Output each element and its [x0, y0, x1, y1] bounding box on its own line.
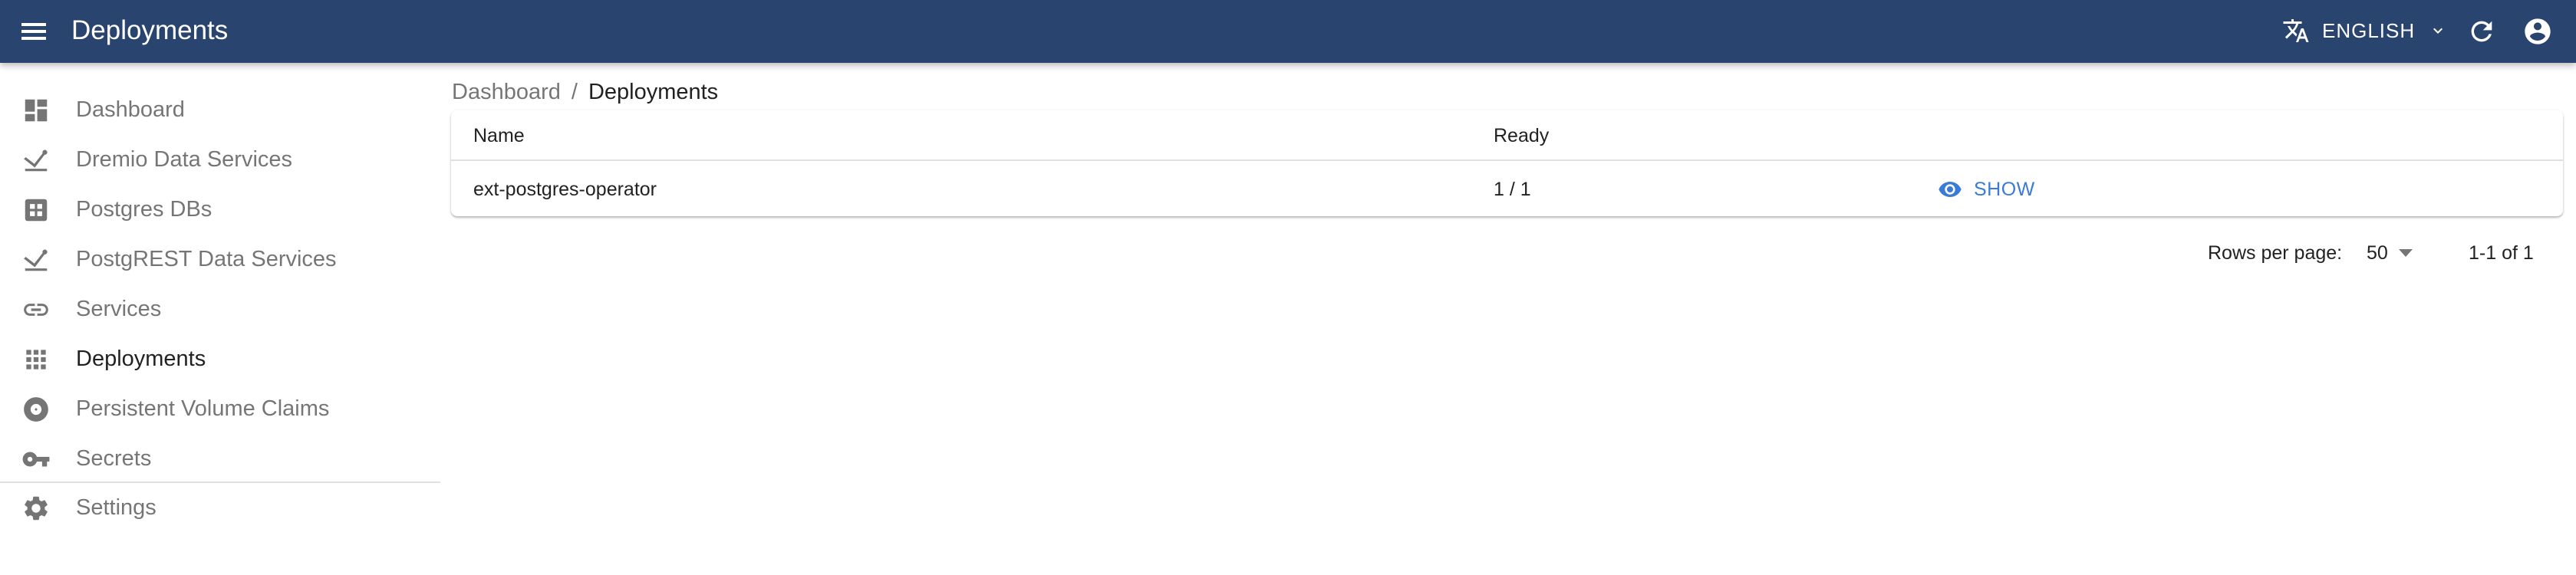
language-label: ENGLISH: [2322, 18, 2416, 42]
data-service-icon: [24, 150, 48, 172]
language-selector[interactable]: ENGLISH: [2282, 14, 2447, 48]
sidebar-item-label: Deployments: [76, 346, 206, 371]
table-header: Name Ready: [451, 110, 2563, 161]
eye-icon: [1939, 182, 1962, 197]
refresh-icon[interactable]: [2466, 16, 2497, 47]
breadcrumb-current: Deployments: [588, 80, 719, 104]
sidebar-item-label: Settings: [76, 495, 156, 520]
page-title: Deployments: [71, 15, 229, 45]
sidebar-item-label: Secrets: [76, 445, 152, 471]
sidebar-item-label: Services: [76, 296, 162, 321]
menu-icon: [21, 23, 46, 26]
sidebar-item-label: Persistent Volume Claims: [76, 396, 330, 421]
rows-per-page-value: 50: [2367, 242, 2388, 264]
sidebar-item-dremio-data-services[interactable]: Dremio Data Services: [0, 135, 440, 184]
pagination: Rows per page: 50 1-1 of 1: [0, 238, 2576, 268]
cell-name: ext-postgres-operator: [473, 179, 657, 200]
menu-button[interactable]: [21, 18, 49, 44]
link-icon: [24, 304, 48, 316]
sidebar-item-label: Dashboard: [76, 97, 185, 122]
page-range: 1-1 of 1: [2469, 242, 2534, 264]
dashboard-icon: [25, 99, 48, 122]
gear-icon: [25, 496, 48, 521]
sidebar-item-settings[interactable]: Settings: [0, 483, 440, 532]
database-grid-icon: [25, 199, 48, 222]
show-button-label: SHOW: [1974, 178, 2035, 200]
app-bar: Deployments ENGLISH: [0, 0, 2576, 63]
account-icon[interactable]: [2522, 16, 2553, 47]
column-header-name[interactable]: Name: [473, 124, 525, 147]
breadcrumb-dashboard-link[interactable]: Dashboard: [452, 80, 561, 104]
caret-down-icon: [2398, 249, 2413, 257]
rows-per-page-label: Rows per page:: [2208, 242, 2343, 264]
show-button[interactable]: SHOW: [1938, 173, 2035, 205]
sidebar-item-persistent-volume-claims[interactable]: Persistent Volume Claims: [0, 384, 440, 433]
rows-per-page-select[interactable]: 50: [2367, 238, 2413, 268]
sidebar-item-secrets[interactable]: Secrets: [0, 434, 440, 483]
table-row[interactable]: ext-postgres-operator 1 / 1 SHOW: [451, 163, 2563, 216]
translate-icon: [2283, 19, 2309, 42]
sidebar-item-deployments[interactable]: Deployments: [0, 334, 440, 383]
deployments-table: Name Ready ext-postgres-operator 1 / 1 S…: [451, 110, 2563, 216]
disc-icon: [24, 397, 48, 422]
cell-ready: 1 / 1: [1494, 179, 1531, 200]
chevron-down-icon: [2433, 28, 2443, 34]
sidebar-item-label: Postgres DBs: [76, 196, 212, 222]
column-header-ready[interactable]: Ready: [1494, 124, 1549, 147]
breadcrumb: Dashboard / Deployments: [452, 78, 718, 106]
key-icon: [22, 452, 50, 467]
apps-grid-icon: [26, 350, 46, 370]
sidebar-item-label: Dremio Data Services: [76, 146, 293, 172]
sidebar-item-postgres-dbs[interactable]: Postgres DBs: [0, 185, 440, 234]
menu-icon-bar: [21, 37, 46, 40]
menu-icon-bar: [21, 30, 46, 33]
sidebar-item-dashboard[interactable]: Dashboard: [0, 85, 440, 134]
sidebar-item-services[interactable]: Services: [0, 284, 440, 334]
breadcrumb-separator: /: [571, 80, 578, 104]
sidebar: Dashboard Dremio Data Services Postgres …: [0, 63, 440, 575]
